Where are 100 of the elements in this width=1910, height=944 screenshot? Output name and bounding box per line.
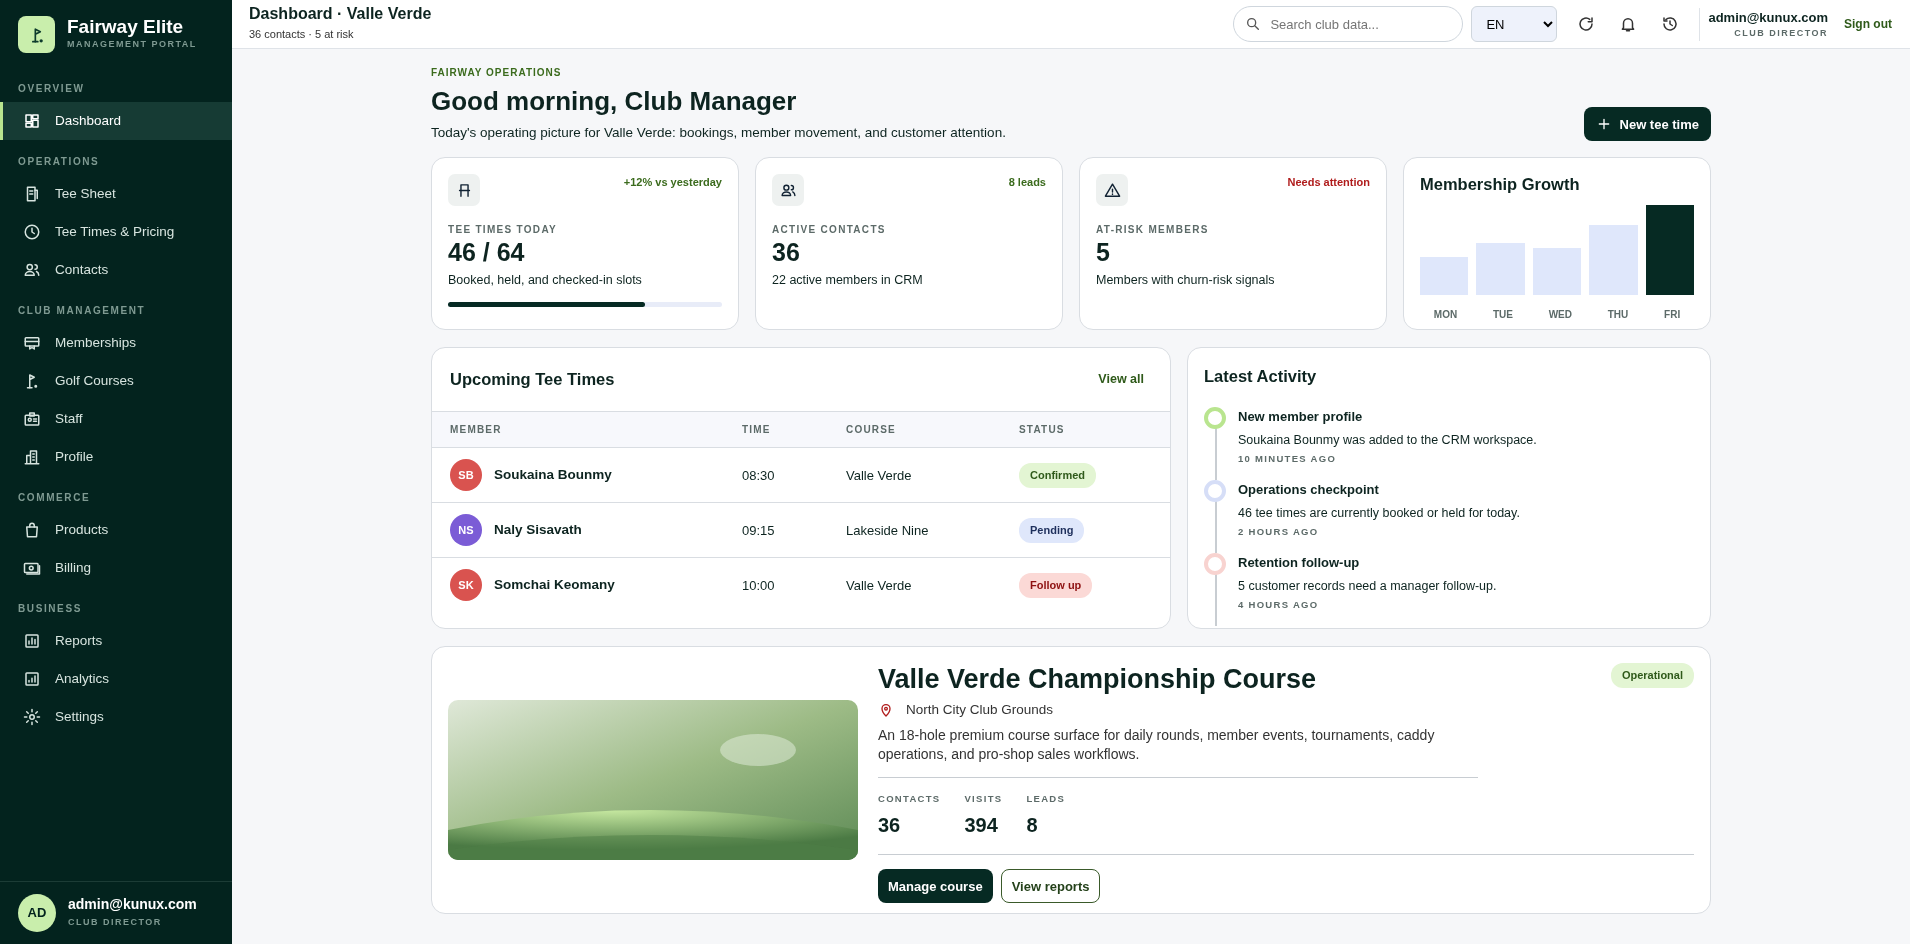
new-tee-time-button[interactable]: New tee time <box>1583 107 1711 142</box>
grid-icon <box>23 112 41 130</box>
card-icon <box>23 334 41 352</box>
stat-value: 46 / 64 <box>448 237 526 268</box>
id-badge-icon <box>23 410 41 428</box>
member-avatar: SK <box>450 569 482 602</box>
column-header: TIME <box>742 423 772 438</box>
stat-caption: 22 active members in CRM <box>772 272 924 290</box>
stat-label: AT-RISK MEMBERS <box>1096 223 1210 238</box>
activity-text: Soukaina Bounmy was added to the CRM workspace. <box>1238 431 1537 449</box>
metric-value: 8 <box>1026 813 1039 839</box>
member-name: Naly Sisavath <box>494 521 582 540</box>
stat-label: TEE TIMES TODAY <box>448 223 558 238</box>
sidebar-section-title: COMMERCE <box>17 491 92 505</box>
stat-label: ACTIVE CONTACTS <box>772 223 887 238</box>
chart-day-label: TUE <box>1491 308 1514 322</box>
sidebar-item[interactable]: Golf Courses <box>0 362 232 400</box>
sidebar-item[interactable]: Analytics <box>0 660 232 698</box>
page-title: Dashboard · Valle Verde <box>249 5 433 24</box>
activity-title: Retention follow-up <box>1238 554 1361 572</box>
sign-out-link[interactable]: Sign out <box>1844 15 1892 33</box>
clock-icon <box>23 223 41 241</box>
report-icon <box>23 632 41 650</box>
brand-tagline: MANAGEMENT PORTAL <box>67 38 197 52</box>
sidebar-item[interactable]: Memberships <box>0 324 232 362</box>
view-reports-button[interactable]: View reports <box>1000 869 1101 904</box>
section-title: Latest Activity <box>1204 366 1318 388</box>
eyebrow-label: FAIRWAY OPERATIONS <box>431 66 563 80</box>
time-cell-text: 08:30 <box>742 466 776 485</box>
course-description: An 18-hole premium course surface for daily rounds, member events, tournaments, caddy operations, and pro-shop sales workflows. <box>878 725 1478 779</box>
stat-caption: Members with churn-risk signals <box>1096 272 1276 290</box>
intro-text: Today's operating picture for Valle Verde: bookings, member movement, and customer attention. <box>431 124 1007 142</box>
activity-time: 4 HOURS AGO <box>1238 598 1320 613</box>
manage-course-button[interactable]: Manage course <box>878 869 993 904</box>
time-cell-text: 09:15 <box>742 521 776 540</box>
greeting-heading: Good morning, Club Manager <box>431 85 798 118</box>
bag-icon <box>23 521 41 539</box>
member-name: Soukaina Bounmy <box>494 466 612 485</box>
language-select[interactable]: EN <box>1471 6 1558 42</box>
chart-title: Membership Growth <box>1420 174 1581 196</box>
time-cell-text: 10:00 <box>742 576 776 595</box>
course-cell-text: Valle Verde <box>846 466 913 485</box>
sidebar-item[interactable]: Billing <box>0 549 232 587</box>
header-user-role: CLUB DIRECTOR <box>1733 27 1828 40</box>
course-location: North City Club Grounds <box>906 700 1054 719</box>
member-avatar: NS <box>450 514 482 547</box>
metric-label: CONTACTS <box>878 792 941 807</box>
location-pin-icon <box>878 701 894 718</box>
history-icon <box>1661 15 1680 33</box>
sidebar-section-title: CLUB MANAGEMENT <box>17 304 147 318</box>
user-avatar: AD <box>18 894 56 932</box>
search-field[interactable]: Search club data... <box>1233 6 1464 42</box>
settings-icon <box>23 708 41 726</box>
metric-label: LEADS <box>1026 792 1066 807</box>
sidebar-section-title: BUSINESS <box>17 602 83 616</box>
activity-text: 46 tee times are currently booked or held for today. <box>1238 504 1520 522</box>
chart-icon <box>23 670 41 688</box>
stat-trend: +12% vs yesterday <box>623 175 722 191</box>
stat-trend: 8 leads <box>1008 175 1046 191</box>
stat-value: 5 <box>1096 237 1111 268</box>
metric-label: VISITS <box>964 792 1003 807</box>
sidebar-item[interactable]: Dashboard <box>0 102 232 140</box>
refresh-icon <box>1577 15 1596 33</box>
brand-name: Fairway Elite <box>67 17 185 39</box>
user-role: CLUB DIRECTOR <box>68 915 163 929</box>
stat-trend: Needs attention <box>1287 175 1370 191</box>
activity-time: 2 HOURS AGO <box>1238 525 1320 540</box>
column-header: STATUS <box>1019 423 1066 438</box>
course-cell-text: Valle Verde <box>846 576 913 595</box>
stat-value: 36 <box>772 237 801 268</box>
member-avatar: SB <box>450 459 482 492</box>
activity-title: Operations checkpoint <box>1238 481 1380 499</box>
metric-value: 394 <box>964 813 999 839</box>
sidebar-item[interactable]: Tee Sheet <box>0 175 232 213</box>
building-icon <box>23 448 41 466</box>
member-name: Somchai Keomany <box>494 576 615 595</box>
people-icon <box>23 261 41 279</box>
sidebar-item[interactable]: Settings <box>0 698 232 736</box>
stat-caption: Booked, held, and checked-in slots <box>448 272 643 290</box>
sidebar-item[interactable]: Products <box>0 511 232 549</box>
sidebar-section-title: OVERVIEW <box>17 82 86 96</box>
warning-icon <box>1096 174 1128 207</box>
chair-icon <box>448 174 480 207</box>
sidebar-item[interactable]: Reports <box>0 622 232 660</box>
status-pill: Confirmed <box>1019 463 1096 488</box>
sidebar-item[interactable]: Profile <box>0 438 232 476</box>
page-subtitle: 36 contacts · 5 at risk <box>249 27 355 43</box>
search-icon <box>1245 16 1262 32</box>
logo-icon <box>18 16 55 53</box>
column-header: MEMBER <box>450 423 503 438</box>
sidebar-section-title: OPERATIONS <box>17 155 101 169</box>
sidebar-item[interactable]: Contacts <box>0 251 232 289</box>
people-icon <box>772 174 804 207</box>
section-title: Upcoming Tee Times <box>450 369 615 391</box>
sidebar-item[interactable]: Staff <box>0 400 232 438</box>
course-name: Valle Verde Championship Course <box>878 663 1317 696</box>
view-all-link[interactable]: View all <box>1098 370 1144 390</box>
activity-time: 10 MINUTES AGO <box>1238 452 1338 467</box>
sidebar-item[interactable]: Tee Times & Pricing <box>0 213 232 251</box>
activity-text: 5 customer records need a manager follow-up. <box>1238 577 1497 595</box>
